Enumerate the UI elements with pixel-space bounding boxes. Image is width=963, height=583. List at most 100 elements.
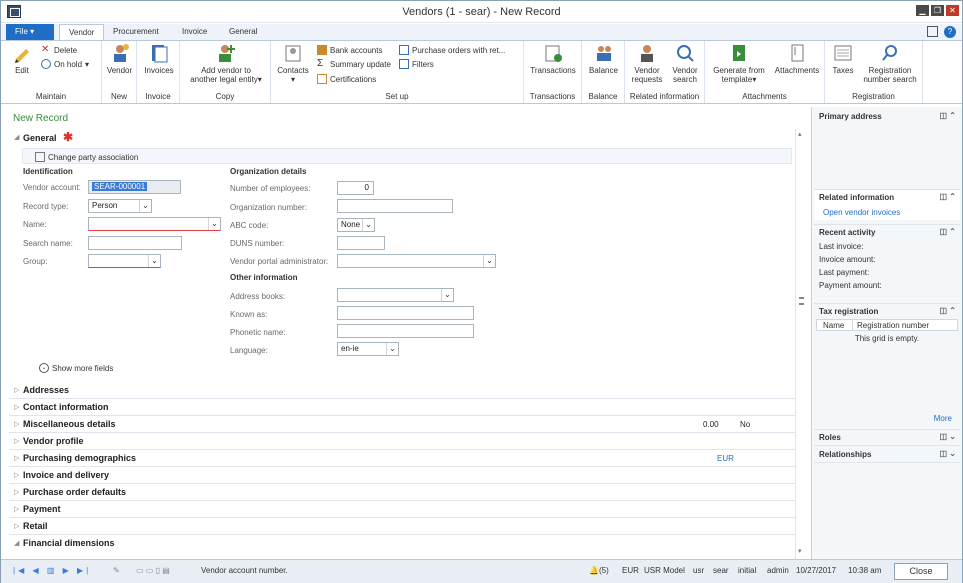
transactions-button[interactable]: Transactions <box>527 43 579 75</box>
generate-from-template-button[interactable]: Generate from template▾ <box>708 43 770 84</box>
contacts-button[interactable]: Contacts ▾ <box>275 43 311 84</box>
record-type-select[interactable]: Person ⌄ <box>88 199 152 213</box>
employees-field[interactable]: 0 <box>337 181 374 195</box>
taxes-button[interactable]: Taxes <box>828 43 858 75</box>
fasttab-retail[interactable]: ▷ Retail <box>9 518 799 535</box>
form-scrollbar[interactable]: ▴ ▾ <box>795 129 807 559</box>
factbox-roles[interactable]: Roles ◫ ⌄ <box>814 429 960 446</box>
col-registration-number[interactable]: Registration number <box>853 320 929 330</box>
phonetic-name-field[interactable] <box>337 324 474 338</box>
duns-number-label: DUNS number: <box>230 239 285 248</box>
status-layer: usr <box>693 566 705 575</box>
add-vendor-legal-entity-button[interactable]: Add vendor to another legal entity▾ <box>184 43 268 84</box>
factbox-relationships[interactable]: Relationships ◫ ⌄ <box>814 447 960 463</box>
tab-vendor[interactable]: Vendor <box>59 24 105 41</box>
show-more-fields-button[interactable]: ⌄ Show more fields <box>39 363 113 373</box>
purchase-orders-retention-button[interactable]: Purchase orders with ret... <box>399 45 505 55</box>
vendor-account-field[interactable]: SEAR-000001 <box>88 180 181 194</box>
certifications-button[interactable]: Certifications <box>317 74 376 84</box>
scroll-up-icon[interactable]: ▴ <box>798 130 802 138</box>
address-books-select[interactable]: ⌄ <box>337 288 454 302</box>
bank-accounts-button[interactable]: Bank accounts <box>317 45 382 55</box>
fasttab-invoice-and-delivery[interactable]: ▷ Invoice and delivery <box>9 467 799 484</box>
factbox-controls-icon[interactable]: ◫ ⌄ <box>940 449 956 458</box>
delete-button[interactable]: ✕ Delete <box>41 45 77 55</box>
portal-admin-label: Vendor portal administrator: <box>230 257 329 266</box>
record-navigation-icons[interactable]: |◀ ◀ ▥ ▶ ▶| <box>13 566 91 575</box>
registration-number-search-button[interactable]: Registration number search <box>859 43 921 84</box>
employees-label: Number of employees: <box>230 184 311 193</box>
fasttab-purchasing-demographics[interactable]: ▷ Purchasing demographics EUR <box>9 450 799 467</box>
minimize-icon[interactable]: ▁ <box>916 5 929 16</box>
portal-admin-select[interactable]: ⌄ <box>337 254 496 268</box>
fasttab-purchase-order-defaults[interactable]: ▷ Purchase order defaults <box>9 484 799 501</box>
search-name-field[interactable] <box>88 236 182 250</box>
scroll-thumb[interactable] <box>799 297 804 305</box>
vendor-search-button[interactable]: Vendor search <box>667 43 703 84</box>
close-window-icon[interactable]: ✕ <box>946 5 959 16</box>
open-vendor-invoices-link[interactable]: Open vendor invoices <box>814 205 960 220</box>
status-date: 10/27/2017 <box>796 566 837 575</box>
change-party-association-button[interactable]: Change party association <box>35 152 138 162</box>
expand-icon: ▷ <box>14 455 20 462</box>
help-icon[interactable]: ? <box>944 26 956 38</box>
fasttab-financial-dimensions[interactable]: ◢ Financial dimensions <box>9 535 799 552</box>
tab-general[interactable]: General <box>220 24 266 40</box>
layout-icon[interactable] <box>927 26 938 37</box>
fasttab-addresses[interactable]: ▷ Addresses <box>9 382 799 399</box>
duns-number-field[interactable] <box>337 236 385 250</box>
factbox-controls-icon[interactable]: ◫ ⌄ <box>940 432 956 441</box>
on-hold-button[interactable]: On hold ▾ <box>41 59 89 69</box>
group-label-new: New <box>110 92 127 101</box>
status-toolbar-icons[interactable]: ▭ ▭ ▯ ▤ <box>136 566 170 575</box>
fasttab-vendor-profile[interactable]: ▷ Vendor profile <box>9 433 799 450</box>
status-currency[interactable]: EUR <box>622 566 639 575</box>
factbox-controls-icon[interactable]: ◫ ⌃ <box>940 111 956 120</box>
attachments-button[interactable]: Attachments <box>771 43 823 75</box>
tab-procurement[interactable]: Procurement <box>104 24 168 40</box>
fasttab-contact-information[interactable]: ▷ Contact information <box>9 399 799 416</box>
factbox-controls-icon[interactable]: ◫ ⌃ <box>940 192 956 201</box>
tab-file[interactable]: File ▾ <box>6 24 54 40</box>
scroll-down-icon[interactable]: ▾ <box>798 547 802 555</box>
fasttab-miscellaneous-details[interactable]: ▷ Miscellaneous details 0.00 No <box>9 416 799 433</box>
edit-button[interactable]: Edit <box>9 43 35 75</box>
record-heading: New Record <box>13 113 69 124</box>
language-select[interactable]: en-ie ⌄ <box>337 342 399 356</box>
chevron-down-icon: ⌄ <box>362 219 374 231</box>
filter-icon <box>399 59 409 69</box>
name-field[interactable]: ⌄ <box>88 217 221 231</box>
fasttab-payment[interactable]: ▷ Payment <box>9 501 799 518</box>
required-star-icon: ✱ <box>63 130 74 144</box>
section-identification: Identification <box>23 167 73 176</box>
new-vendor-button[interactable]: Vendor <box>104 43 135 75</box>
window-title: Vendors (1 - sear) - New Record <box>402 6 561 18</box>
filters-button[interactable]: Filters <box>399 59 434 69</box>
payment-amount-label: Payment amount: <box>819 281 882 290</box>
more-link[interactable]: More <box>934 414 952 423</box>
close-button[interactable]: Close <box>894 563 948 580</box>
invoices-button[interactable]: Invoices <box>141 43 177 75</box>
restore-icon[interactable]: ❐ <box>931 5 944 16</box>
status-company[interactable]: sear <box>713 566 729 575</box>
edit-mode-icon[interactable]: ✎ <box>113 566 120 575</box>
col-name[interactable]: Name <box>817 320 853 330</box>
section-organization-details: Organization details <box>230 167 307 176</box>
summary-update-button[interactable]: Σ Summary update <box>317 59 391 69</box>
group-select[interactable]: ⌄ <box>88 254 161 268</box>
organization-number-field[interactable] <box>337 199 453 213</box>
attachment-icon <box>787 43 807 63</box>
abc-code-label: ABC code: <box>230 221 269 230</box>
chevron-down-icon: ⌄ <box>483 255 495 267</box>
vendor-requests-button[interactable]: Vendor requests <box>628 43 666 84</box>
known-as-field[interactable] <box>337 306 474 320</box>
chevron-down-icon: ⌄ <box>139 200 151 212</box>
tab-invoice[interactable]: Invoice <box>173 24 216 40</box>
notifications-indicator[interactable]: 🔔(5) <box>589 566 609 575</box>
fasttab-general[interactable]: ◢ General ✱ <box>9 129 799 146</box>
factbox-controls-icon[interactable]: ◫ ⌃ <box>940 306 956 315</box>
balance-button[interactable]: Balance <box>585 43 622 75</box>
factbox-controls-icon[interactable]: ◫ ⌃ <box>940 227 956 236</box>
misc-summary-flag: No <box>740 420 751 429</box>
abc-code-select[interactable]: None ⌄ <box>337 218 375 232</box>
